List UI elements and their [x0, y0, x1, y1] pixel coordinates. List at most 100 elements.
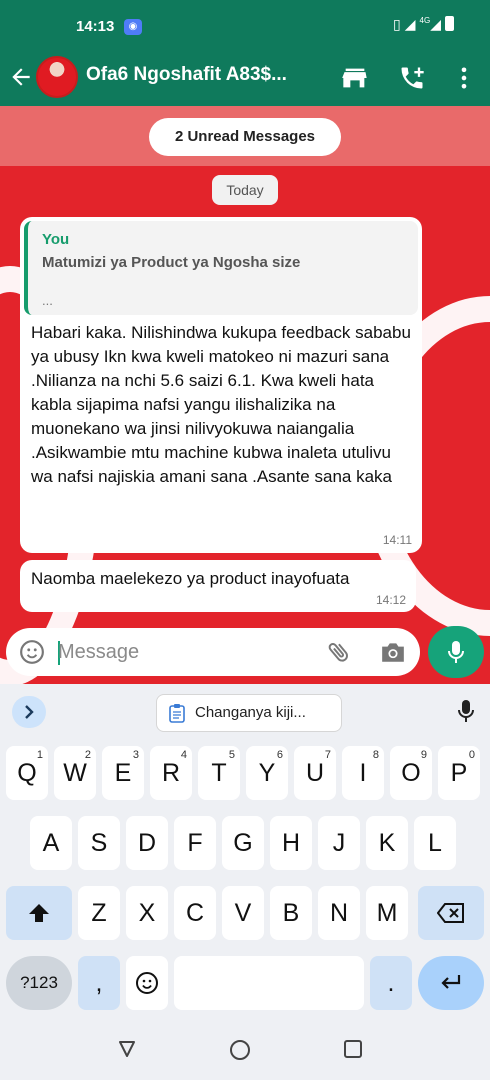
period-label: .	[387, 969, 395, 997]
key-hint: 9	[420, 749, 427, 761]
key-hint: 5	[228, 749, 235, 761]
key-c[interactable]: C	[174, 886, 216, 940]
key-label: Z	[91, 899, 107, 927]
key-w[interactable]: W2	[54, 746, 96, 800]
composer	[0, 624, 490, 684]
period-key[interactable]: .	[370, 956, 412, 1010]
key-y[interactable]: Y6	[246, 746, 288, 800]
keyboard-expand-button[interactable]	[12, 696, 46, 728]
key-v[interactable]: V	[222, 886, 264, 940]
key-m[interactable]: M	[366, 886, 408, 940]
system-nav-bar	[0, 1014, 490, 1080]
more-options-icon[interactable]	[450, 64, 478, 92]
key-label: G	[233, 829, 253, 857]
date-divider: Today	[212, 175, 278, 205]
status-time: 14:13	[76, 18, 115, 35]
nav-recents-icon[interactable]	[344, 1040, 362, 1058]
key-hint: 6	[276, 749, 283, 761]
key-label: N	[329, 899, 349, 927]
keyboard-toolbar: Changanya kiji...	[0, 684, 490, 740]
emoji-icon[interactable]	[19, 639, 45, 665]
key-u[interactable]: U7	[294, 746, 336, 800]
keyboard-suggestion-chip[interactable]: Changanya kiji...	[156, 694, 342, 732]
key-label: A	[42, 829, 60, 857]
key-h[interactable]: H	[270, 816, 312, 870]
comma-key[interactable]: ,	[78, 956, 120, 1010]
key-z[interactable]: Z	[78, 886, 120, 940]
key-o[interactable]: O9	[390, 746, 432, 800]
key-i[interactable]: I8	[342, 746, 384, 800]
key-label: O	[401, 759, 421, 787]
mic-icon	[448, 641, 464, 663]
symbols-key[interactable]: ?123	[6, 956, 72, 1010]
key-label: T	[211, 759, 227, 787]
key-p[interactable]: P0	[438, 746, 480, 800]
shift-key[interactable]	[6, 886, 72, 940]
nfc-icon: ◉	[124, 19, 142, 35]
status-bar: 14:13 ◉ ▯◢4G◢	[0, 0, 490, 50]
key-k[interactable]: K	[366, 816, 408, 870]
message-bubble[interactable]: You Matumizi ya Product ya Ngosha size .…	[20, 217, 422, 553]
key-hint: 2	[84, 749, 91, 761]
message-field[interactable]	[6, 628, 420, 676]
message-time: 14:12	[375, 593, 406, 607]
enter-key[interactable]	[418, 956, 484, 1010]
quote-author: You	[42, 231, 70, 248]
chat-header: Ofa6 Ngoshafit A83$...	[0, 50, 490, 106]
add-call-icon[interactable]	[398, 64, 426, 92]
attach-icon[interactable]	[326, 639, 352, 665]
key-e[interactable]: E3	[102, 746, 144, 800]
camera-icon[interactable]	[380, 640, 406, 664]
key-label: X	[138, 899, 156, 927]
key-label: R	[161, 759, 181, 787]
key-hint: 7	[324, 749, 331, 761]
key-g[interactable]: G	[222, 816, 264, 870]
key-n[interactable]: N	[318, 886, 360, 940]
clipboard-icon	[169, 704, 185, 723]
key-hint: 8	[372, 749, 379, 761]
key-b[interactable]: B	[270, 886, 312, 940]
key-a[interactable]: A	[30, 816, 72, 870]
key-x[interactable]: X	[126, 886, 168, 940]
key-j[interactable]: J	[318, 816, 360, 870]
key-l[interactable]: L	[414, 816, 456, 870]
key-q[interactable]: Q1	[6, 746, 48, 800]
key-label: Q	[17, 759, 37, 787]
vibrate-icon: ▯	[393, 16, 405, 32]
nav-back-icon[interactable]	[118, 1040, 136, 1058]
quoted-message[interactable]: You Matumizi ya Product ya Ngosha size .…	[24, 221, 418, 315]
key-r[interactable]: R4	[150, 746, 192, 800]
signal-icon: ◢	[404, 16, 420, 32]
voice-message-button[interactable]	[428, 626, 484, 678]
network-type: 4G	[419, 16, 431, 25]
message-bubble[interactable]: Naomba maelekezo ya product inayofuata 1…	[20, 560, 416, 612]
key-label: W	[63, 759, 87, 787]
chevron-right-icon	[25, 705, 34, 719]
contact-name[interactable]: Ofa6 Ngoshafit A83$...	[86, 64, 326, 86]
keyboard-mic-icon[interactable]	[454, 698, 478, 726]
key-s[interactable]: S	[78, 816, 120, 870]
key-d[interactable]: D	[126, 816, 168, 870]
key-label: J	[332, 829, 346, 857]
key-label: P	[450, 759, 468, 787]
contact-avatar[interactable]	[36, 56, 78, 98]
key-f[interactable]: F	[174, 816, 216, 870]
key-label: C	[185, 899, 205, 927]
back-arrow-icon[interactable]	[8, 64, 34, 90]
suggestion-chip-label: Changanya kiji...	[195, 704, 306, 721]
key-label: B	[282, 899, 300, 927]
message-input[interactable]	[58, 637, 308, 667]
backspace-key[interactable]	[418, 886, 484, 940]
emoji-icon	[136, 972, 158, 994]
nav-home-icon[interactable]	[230, 1040, 250, 1060]
emoji-key[interactable]	[126, 956, 168, 1010]
key-t[interactable]: T5	[198, 746, 240, 800]
space-key[interactable]	[174, 956, 364, 1010]
shop-icon[interactable]	[341, 64, 369, 92]
message-text: Naomba maelekezo ya product inayofuata	[31, 569, 350, 588]
key-hint: 3	[132, 749, 139, 761]
key-hint: 1	[36, 749, 43, 761]
enter-icon	[441, 975, 461, 989]
chat-area[interactable]: 2 Unread Messages Today You Matumizi ya …	[0, 106, 490, 684]
key-label: L	[428, 829, 442, 857]
